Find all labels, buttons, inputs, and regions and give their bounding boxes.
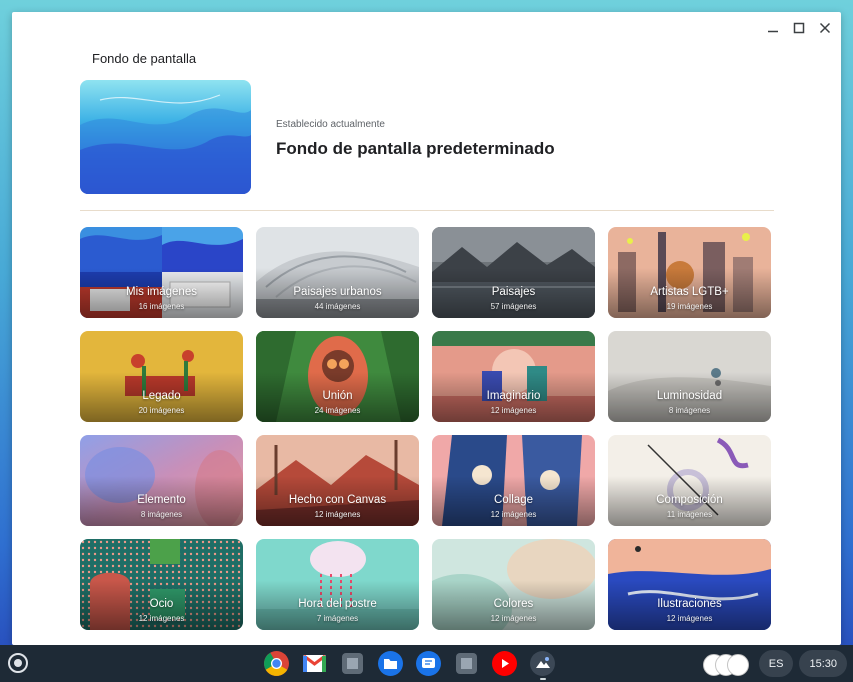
collection-label: Mis imágenes	[126, 286, 197, 298]
collection-tile-ocio[interactable]: Ocio 12 imágenes	[80, 539, 243, 630]
current-wallpaper-thumbnail[interactable]	[80, 80, 251, 194]
collection-tile-imaginario[interactable]: Imaginario 12 imágenes	[432, 331, 595, 422]
ime-menu-button[interactable]: ES	[758, 650, 794, 677]
launcher-icon[interactable]	[8, 653, 28, 673]
messages-icon[interactable]	[415, 650, 442, 677]
collection-count: 8 imágenes	[140, 510, 183, 519]
collection-tile-hora-del-postre[interactable]: Hora del postre 7 imágenes	[256, 539, 419, 630]
collection-label: Artistas LGTB+	[650, 286, 729, 298]
maximize-icon[interactable]	[787, 16, 811, 40]
collection-tile-paisajes-urbanos[interactable]: Paisajes urbanos 44 imágenes	[256, 227, 419, 318]
collection-count: 20 imágenes	[138, 406, 185, 415]
app-dock	[263, 650, 556, 680]
files-icon[interactable]	[377, 650, 404, 677]
collection-tile-mis-imagenes[interactable]: Mis imágenes 16 imágenes	[80, 227, 243, 318]
collection-count: 11 imágenes	[666, 510, 713, 519]
collection-count: 12 imágenes	[490, 614, 537, 623]
collection-label: Composición	[656, 494, 723, 506]
collection-tile-ilustraciones[interactable]: Ilustraciones 12 imágenes	[608, 539, 771, 630]
collection-tile-luminosidad[interactable]: Luminosidad 8 imágenes	[608, 331, 771, 422]
collection-label: Unión	[322, 390, 353, 402]
collection-tile-paisajes[interactable]: Paisajes 57 imágenes	[432, 227, 595, 318]
collection-label: Legado	[142, 390, 181, 402]
shelf: ES 15:30	[0, 645, 853, 682]
collection-label: Colores	[493, 598, 534, 610]
collection-label: Ocio	[149, 598, 174, 610]
collection-tile-hecho-con-canvas[interactable]: Hecho con Canvas 12 imágenes	[256, 435, 419, 526]
collection-label: Hora del postre	[298, 598, 377, 610]
collection-count: 44 imágenes	[314, 302, 361, 311]
app-icon[interactable]	[453, 650, 480, 677]
clock-button[interactable]: 15:30	[799, 650, 847, 677]
collection-tile-collage[interactable]: Collage 12 imágenes	[432, 435, 595, 526]
minimize-icon[interactable]	[761, 16, 785, 40]
collection-label: Paisajes urbanos	[293, 286, 382, 298]
collection-label: Paisajes	[491, 286, 536, 298]
status-tray: ES 15:30	[702, 650, 847, 677]
collection-count: 16 imágenes	[138, 302, 185, 311]
collection-tile-union[interactable]: Unión 24 imágenes	[256, 331, 419, 422]
window-controls	[761, 16, 837, 40]
collection-count: 12 imágenes	[666, 614, 713, 623]
collection-count: 12 imágenes	[490, 406, 537, 415]
collection-label: Collage	[494, 494, 533, 506]
current-wallpaper-info: Establecido actualmente Fondo de pantall…	[276, 119, 555, 159]
wallpaper-app-icon[interactable]	[529, 650, 556, 680]
collection-count: 12 imágenes	[314, 510, 361, 519]
collection-count: 8 imágenes	[668, 406, 711, 415]
collection-count: 12 imágenes	[490, 510, 537, 519]
collection-tile-legado[interactable]: Legado 20 imágenes	[80, 331, 243, 422]
current-wallpaper-name: Fondo de pantalla predeterminado	[276, 139, 555, 158]
gmail-icon[interactable]	[301, 650, 328, 677]
current-wallpaper-subtitle: Establecido actualmente	[276, 119, 385, 130]
chrome-icon[interactable]	[263, 650, 290, 677]
app-icon[interactable]	[339, 650, 366, 677]
collection-tile-colores[interactable]: Colores 12 imágenes	[432, 539, 595, 630]
holding-space-icon[interactable]	[702, 652, 753, 676]
collection-tile-composicion[interactable]: Composición 11 imágenes	[608, 435, 771, 526]
collection-count: 19 imágenes	[666, 302, 713, 311]
collection-count: 12 imágenes	[138, 614, 185, 623]
collection-count: 7 imágenes	[316, 614, 359, 623]
collection-tile-elemento[interactable]: Elemento 8 imágenes	[80, 435, 243, 526]
collection-tile-artistas-lgtb[interactable]: Artistas LGTB+ 19 imágenes	[608, 227, 771, 318]
collection-label: Hecho con Canvas	[288, 494, 387, 506]
collection-label: Luminosidad	[656, 390, 723, 402]
youtube-icon[interactable]	[491, 650, 518, 677]
wallpaper-window: Fondo de pantalla Establecido actualment…	[12, 12, 841, 645]
collection-label: Ilustraciones	[657, 598, 722, 610]
close-icon[interactable]	[813, 16, 837, 40]
active-indicator	[539, 678, 546, 680]
collection-count: 24 imágenes	[314, 406, 361, 415]
collection-count: 57 imágenes	[490, 302, 537, 311]
page-title: Fondo de pantalla	[92, 51, 197, 66]
collection-label: Imaginario	[486, 390, 541, 402]
divider	[80, 210, 774, 211]
collection-label: Elemento	[137, 494, 186, 506]
collections-grid: Mis imágenes 16 imágenes Paisajes urbano…	[80, 227, 771, 630]
